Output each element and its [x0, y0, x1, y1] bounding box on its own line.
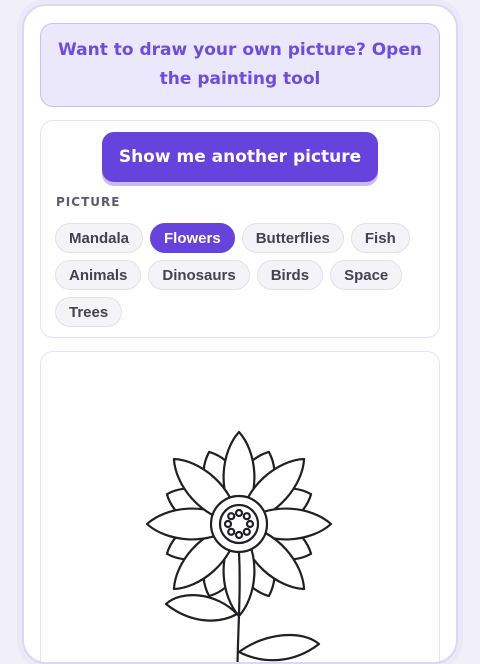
category-chip[interactable]: Animals	[55, 260, 142, 290]
category-chip-label: Butterflies	[255, 229, 330, 247]
flower-leaf-right	[237, 633, 321, 662]
flower-leaf-left	[164, 594, 239, 622]
painting-tool-link[interactable]: Want to draw your own picture? Open the …	[40, 23, 440, 107]
coloring-canvas[interactable]	[40, 351, 440, 662]
category-chip-label: Fish	[364, 229, 396, 247]
category-chip[interactable]: Fish	[350, 223, 410, 253]
category-chip[interactable]: Mandala	[55, 223, 144, 253]
category-chip[interactable]: Dinosaurs	[148, 260, 250, 290]
category-chip-label: Space	[344, 266, 389, 284]
category-chip[interactable]: Trees	[55, 297, 123, 327]
category-chip-list: Mandala Flowers Butterflies Fish Animals…	[55, 223, 435, 327]
category-chip-label: Mandala	[69, 229, 130, 247]
category-chip[interactable]: Space	[330, 260, 403, 290]
app-frame: Want to draw your own picture? Open the …	[22, 4, 458, 664]
category-chip-label: Flowers	[164, 229, 221, 247]
promo-text: Want to draw your own picture? Open the …	[58, 40, 422, 89]
category-chip[interactable]: Butterflies	[241, 223, 344, 253]
category-chip[interactable]: Flowers	[150, 223, 235, 253]
next-picture-label: Show me another picture	[118, 147, 362, 167]
picture-controls-panel: Show me another picture PICTURE Mandala …	[40, 120, 440, 338]
next-picture-button[interactable]: Show me another picture	[102, 132, 378, 182]
category-chip[interactable]: Birds	[256, 260, 324, 290]
category-chip-label: Animals	[69, 266, 128, 284]
flower-line-art	[145, 430, 333, 662]
category-chip-label: Trees	[69, 303, 109, 321]
category-chip-label: Dinosaurs	[162, 266, 236, 284]
picture-section-label: PICTURE	[56, 195, 121, 209]
category-chip-label: Birds	[270, 266, 310, 284]
